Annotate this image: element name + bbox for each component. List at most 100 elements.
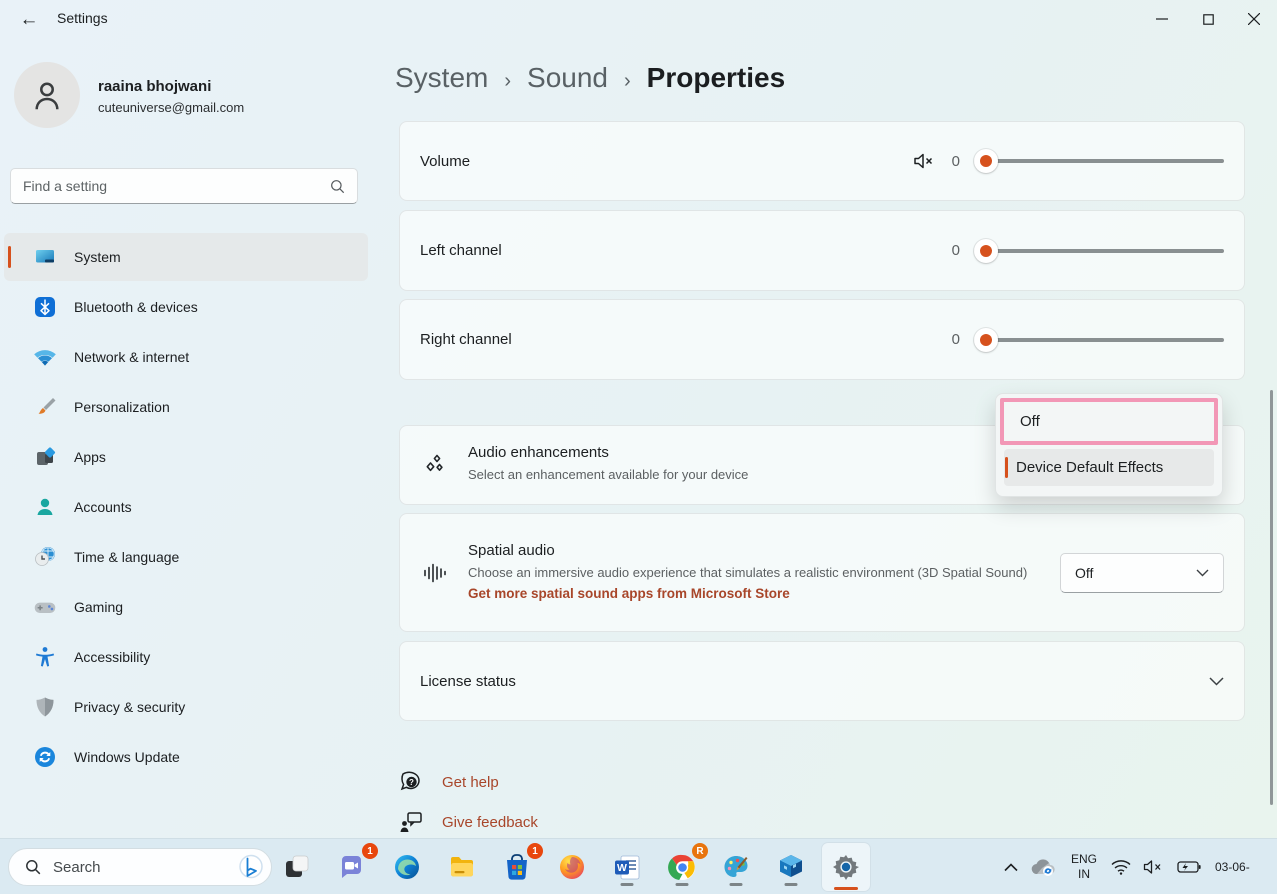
right-channel-label: Right channel	[420, 331, 512, 348]
volume-muted-icon[interactable]	[1137, 853, 1171, 881]
slider-thumb[interactable]	[974, 328, 998, 352]
search-input[interactable]	[23, 178, 330, 194]
wifi-icon[interactable]	[1105, 853, 1137, 881]
spatial-audio-card: Spatial audio Choose an immersive audio …	[399, 513, 1245, 632]
spatial-audio-value: Off	[1075, 565, 1093, 581]
bing-icon	[237, 853, 265, 881]
chat-button[interactable]: 1	[332, 847, 372, 887]
cube-app-button[interactable]	[771, 847, 811, 887]
page-title: Properties	[647, 62, 786, 94]
selected-accent-bar	[8, 246, 11, 268]
edge-button[interactable]	[387, 847, 427, 887]
running-indicator	[621, 883, 634, 886]
chat-badge: 1	[362, 843, 378, 859]
give-feedback-label: Give feedback	[442, 814, 538, 831]
microsoft-store-button[interactable]: 1	[497, 847, 537, 887]
onedrive-icon[interactable]	[1024, 851, 1063, 883]
settings-button[interactable]	[822, 843, 870, 891]
word-button[interactable]: W	[607, 847, 647, 887]
network-icon	[32, 344, 58, 370]
sidebar-nav: System Bluetooth & devices Network & int…	[4, 233, 368, 783]
file-explorer-icon	[448, 853, 476, 881]
volume-card: Volume 0	[399, 121, 1245, 201]
store-badge: 1	[527, 843, 543, 859]
svg-text:W: W	[617, 862, 627, 874]
license-status-expand-button[interactable]	[1209, 674, 1224, 689]
sidebar-item-label: Bluetooth & devices	[74, 299, 198, 315]
tray-date[interactable]: 03-06-	[1207, 860, 1277, 874]
sidebar-item-time-language[interactable]: Time & language	[4, 533, 368, 581]
breadcrumb-separator: ›	[624, 70, 631, 93]
left-channel-value: 0	[950, 242, 960, 259]
sidebar-item-privacy-security[interactable]: Privacy & security	[4, 683, 368, 731]
volume-slider[interactable]	[974, 149, 1224, 173]
sidebar-item-accounts[interactable]: Accounts	[4, 483, 368, 531]
dropdown-option-off[interactable]: Off	[1000, 398, 1218, 445]
breadcrumb-sound[interactable]: Sound	[527, 62, 608, 94]
sidebar-item-accessibility[interactable]: Accessibility	[4, 633, 368, 681]
chrome-profile-badge: R	[692, 843, 708, 859]
firefox-button[interactable]	[552, 847, 592, 887]
right-channel-slider[interactable]	[974, 328, 1224, 352]
chrome-button[interactable]: R	[662, 847, 702, 887]
maximize-button[interactable]	[1185, 0, 1231, 38]
taskbar-search[interactable]: Search	[8, 848, 272, 886]
system-icon	[32, 244, 58, 270]
sidebar-item-gaming[interactable]: Gaming	[4, 583, 368, 631]
word-icon: W	[614, 854, 641, 881]
language-indicator[interactable]: ENG IN	[1063, 852, 1105, 882]
breadcrumb: System › Sound › Properties	[395, 62, 785, 94]
spatial-audio-icon	[420, 558, 450, 588]
spatial-audio-title: Spatial audio	[468, 542, 1027, 559]
sidebar-item-label: Accessibility	[74, 649, 150, 665]
chrome-icon	[668, 853, 697, 882]
spatial-audio-dropdown[interactable]: Off	[1060, 553, 1224, 593]
sidebar-item-bluetooth-devices[interactable]: Bluetooth & devices	[4, 283, 368, 331]
sidebar-item-personalization[interactable]: Personalization	[4, 383, 368, 431]
license-status-label: License status	[420, 673, 516, 690]
dropdown-option-label: Device Default Effects	[1016, 459, 1163, 476]
breadcrumb-system[interactable]: System	[395, 62, 488, 94]
sidebar-item-windows-update[interactable]: Windows Update	[4, 733, 368, 781]
sidebar-item-network-internet[interactable]: Network & internet	[4, 333, 368, 381]
task-view-button[interactable]	[277, 847, 317, 887]
sidebar-item-apps[interactable]: Apps	[4, 433, 368, 481]
minimize-button[interactable]	[1139, 0, 1185, 38]
accounts-icon	[32, 494, 58, 520]
sparkles-icon	[420, 450, 450, 480]
personalization-icon	[32, 394, 58, 420]
sidebar-item-system[interactable]: System	[4, 233, 368, 281]
selected-option-accent-bar	[1005, 457, 1008, 478]
paint-button[interactable]	[716, 847, 756, 887]
find-setting-searchbox[interactable]	[10, 168, 358, 204]
time-language-icon	[32, 544, 58, 570]
battery-icon[interactable]	[1171, 854, 1207, 880]
close-button[interactable]	[1231, 0, 1277, 38]
active-app-indicator	[834, 887, 858, 890]
tray-chevron-up[interactable]	[998, 857, 1024, 878]
cube-app-icon	[777, 853, 805, 881]
left-channel-card: Left channel 0	[399, 210, 1245, 291]
windows-update-icon	[32, 744, 58, 770]
slider-thumb[interactable]	[974, 239, 998, 263]
left-channel-slider[interactable]	[974, 239, 1224, 263]
mute-icon[interactable]	[912, 151, 936, 171]
avatar[interactable]	[14, 62, 80, 128]
help-icon: ?	[399, 770, 424, 795]
edge-icon	[393, 853, 421, 881]
taskbar: Search 1 1 W R	[0, 838, 1277, 894]
give-feedback-link[interactable]: Give feedback	[399, 810, 538, 835]
profile-name[interactable]: raaina bhojwani	[98, 78, 211, 95]
slider-thumb[interactable]	[974, 149, 998, 173]
vertical-scrollbar[interactable]	[1270, 390, 1273, 805]
get-help-link[interactable]: ? Get help	[399, 770, 499, 795]
search-icon	[330, 179, 345, 194]
dropdown-option-device-default-effects[interactable]: Device Default Effects	[1004, 449, 1214, 486]
spatial-sound-store-link[interactable]: Get more spatial sound apps from Microso…	[468, 586, 790, 601]
system-tray: ENG IN 03-06-	[998, 839, 1277, 894]
back-button[interactable]: ←	[12, 6, 46, 34]
app-title: Settings	[57, 10, 108, 26]
file-explorer-button[interactable]	[442, 847, 482, 887]
feedback-icon	[399, 810, 424, 835]
license-status-card[interactable]: License status	[399, 641, 1245, 721]
